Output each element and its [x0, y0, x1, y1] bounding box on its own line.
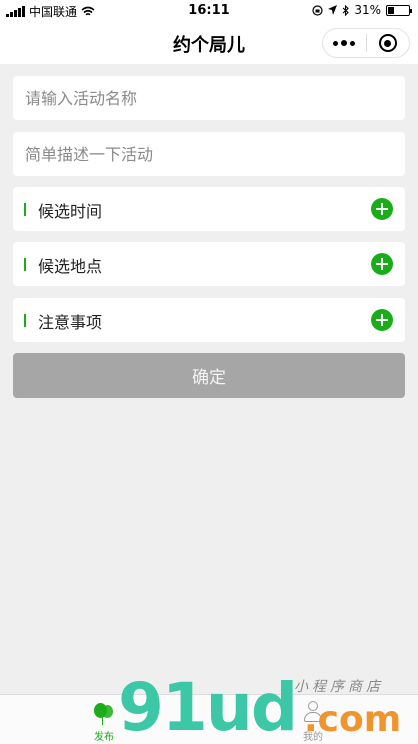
more-icon: [333, 40, 356, 46]
tab-publish-label: 发布: [94, 732, 114, 743]
status-bar: 中国联通 16:11 31%: [0, 0, 418, 22]
row-accent-bar: [24, 258, 26, 271]
location-icon: [328, 5, 338, 15]
battery-icon: [386, 4, 412, 16]
close-miniprogram-button[interactable]: [366, 29, 409, 57]
watermark-subtitle: 小程序商店: [294, 679, 384, 695]
add-place-button[interactable]: [371, 253, 393, 275]
activity-desc-input[interactable]: [13, 132, 405, 176]
notes-row[interactable]: 注意事项: [13, 298, 405, 342]
person-icon: [301, 699, 325, 725]
activity-name-card: [13, 76, 405, 120]
more-button[interactable]: [323, 29, 366, 57]
candidate-time-row[interactable]: 候选时间: [13, 187, 405, 231]
candidate-place-label: 候选地点: [38, 257, 103, 276]
activity-desc-card: [13, 132, 405, 176]
status-right: 31%: [312, 3, 412, 17]
tab-mine-label: 我的: [303, 732, 323, 743]
bluetooth-icon: [342, 4, 350, 16]
tab-bar: 发布 我的: [0, 694, 418, 744]
candidate-time-label: 候选时间: [38, 202, 103, 221]
notes-label: 注意事项: [38, 313, 103, 332]
target-icon: [378, 34, 397, 52]
battery-percent: 31%: [354, 3, 381, 17]
rotation-lock-icon: [312, 4, 323, 16]
confirm-button[interactable]: 确定: [13, 353, 405, 398]
add-time-button[interactable]: [371, 198, 393, 220]
tab-publish[interactable]: 发布: [74, 699, 134, 743]
row-accent-bar: [24, 314, 26, 327]
activity-name-input[interactable]: [13, 76, 405, 120]
row-accent-bar: [24, 203, 26, 216]
miniprogram-capsule: [322, 28, 410, 58]
battery-fill: [388, 6, 395, 14]
candidate-place-row[interactable]: 候选地点: [13, 242, 405, 286]
tab-mine[interactable]: 我的: [283, 699, 343, 743]
add-note-button[interactable]: [371, 309, 393, 331]
balloon-icon: [92, 699, 116, 725]
nav-bar: 约个局儿: [0, 22, 418, 64]
